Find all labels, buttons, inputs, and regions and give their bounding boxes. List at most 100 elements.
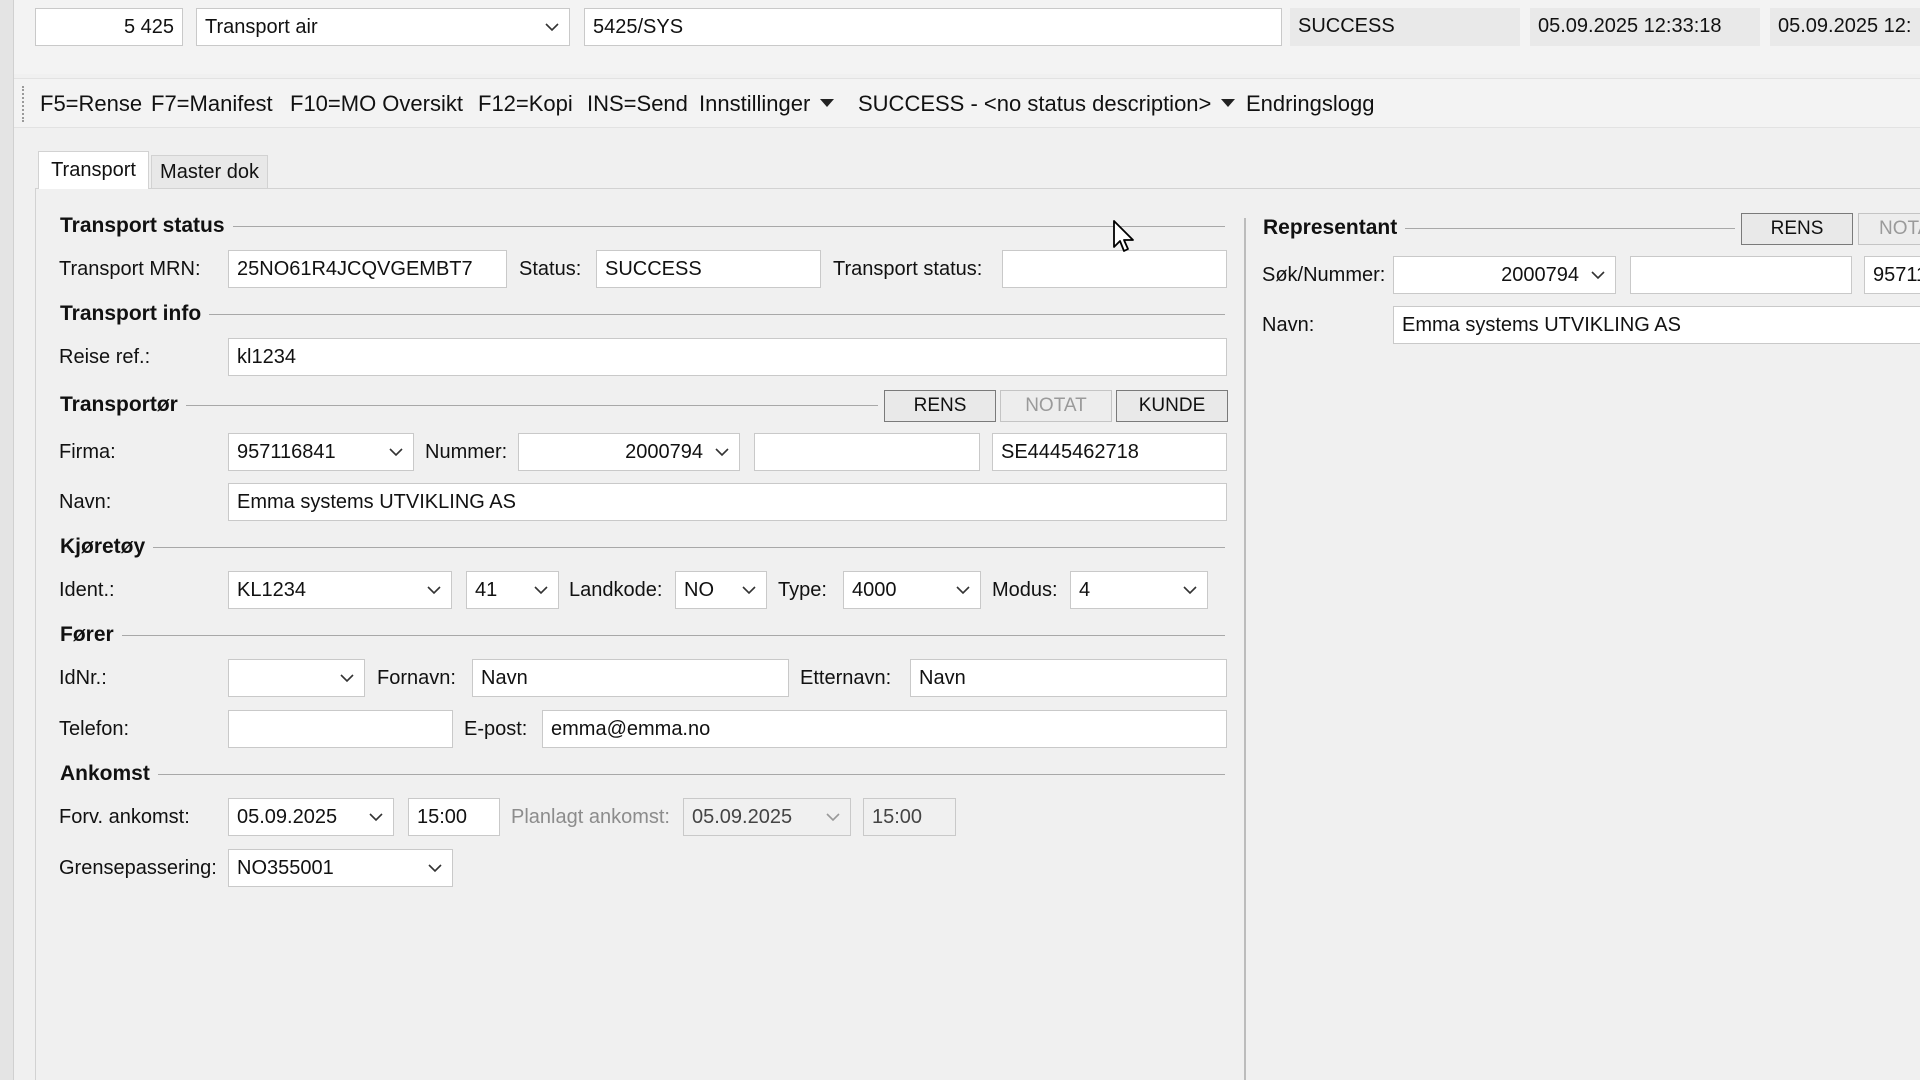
ident-value: KL1234: [237, 579, 306, 601]
transport-type-value: Transport air: [205, 16, 318, 38]
epost-field[interactable]: emma@emma.no: [542, 710, 1227, 748]
panel-divider: [1244, 218, 1246, 1080]
header-status: SUCCESS: [1290, 8, 1520, 46]
etternavn-field[interactable]: Navn: [910, 659, 1227, 697]
transportor-navn-field[interactable]: Emma systems UTVIKLING AS: [228, 483, 1227, 521]
section-rule: [157, 773, 1225, 775]
forv-ankomst-time-field[interactable]: 15:00: [408, 798, 500, 836]
toolbar-settings-menu[interactable]: Innstillinger: [699, 90, 835, 118]
transport-type-select[interactable]: Transport air: [196, 8, 570, 46]
grensepassering-label: Grensepassering:: [59, 857, 217, 879]
planlagt-ankomst-label: Planlagt ankomst:: [511, 806, 670, 828]
nummer-label: Nummer:: [425, 441, 508, 463]
toolbar-mo-oversikt[interactable]: F10=MO Oversikt: [290, 90, 463, 118]
transportor-extra-field[interactable]: [754, 433, 980, 471]
chevron-down-icon: [389, 445, 403, 459]
tab-master-dok[interactable]: Master dok: [151, 155, 268, 188]
section-title: Transport info: [60, 302, 202, 325]
left-window-border: [0, 0, 14, 1080]
fornavn-field[interactable]: Navn: [472, 659, 789, 697]
reise-ref-label: Reise ref.:: [59, 346, 151, 368]
modus-label: Modus:: [992, 579, 1058, 601]
chevron-down-icon: [369, 810, 383, 824]
tab-transport-label: Transport: [51, 159, 136, 181]
transportor-vat-field[interactable]: SE4445462718: [992, 433, 1227, 471]
type-select[interactable]: 4000: [843, 571, 981, 609]
section-title: Fører: [60, 623, 114, 646]
transportor-kunde-button[interactable]: KUNDE: [1116, 390, 1228, 422]
representant-notat-button[interactable]: NOTA: [1858, 213, 1920, 245]
section-kjoretoy: Kjøretøy: [60, 533, 1225, 561]
transportor-rens-button[interactable]: RENS: [884, 390, 996, 422]
section-forer: Fører: [60, 621, 1225, 649]
toolbar-kopi[interactable]: F12=Kopi: [478, 90, 573, 118]
planlagt-ankomst-time-field[interactable]: 15:00: [863, 798, 956, 836]
toolbar-manifest[interactable]: F7=Manifest: [151, 90, 273, 118]
toolbar-status-menu[interactable]: SUCCESS - <no status description>: [858, 90, 1236, 118]
nummer-select[interactable]: 2000794: [518, 433, 740, 471]
section-title: Representant: [1263, 216, 1398, 239]
section-title: Transport status: [60, 214, 225, 237]
toolbar-status-label: SUCCESS - <no status description>: [858, 91, 1212, 116]
section-transport-info: Transport info: [60, 300, 1225, 328]
transport-mrn-field[interactable]: 25NO61R4JCQVGEMBT7: [228, 250, 507, 288]
forv-ankomst-label: Forv. ankomst:: [59, 806, 190, 828]
dropdown-arrow-icon: [820, 99, 835, 108]
section-transportor: Transportør: [60, 391, 878, 419]
representant-extra-field[interactable]: [1630, 256, 1852, 294]
header-created-timestamp: 05.09.2025 12:33:18: [1530, 8, 1760, 46]
toolbar-send[interactable]: INS=Send: [587, 90, 688, 118]
reise-ref-field[interactable]: kl1234: [228, 338, 1227, 376]
section-rule: [209, 313, 1225, 315]
ident-select[interactable]: KL1234: [228, 571, 452, 609]
reference-field[interactable]: 5425/SYS: [584, 8, 1282, 46]
transport-status-field[interactable]: [1002, 250, 1227, 288]
forv-ankomst-date-picker[interactable]: 05.09.2025: [228, 798, 394, 836]
chevron-down-icon: [340, 671, 354, 685]
telefon-label: Telefon:: [59, 718, 130, 740]
representant-org-field[interactable]: 95711: [1864, 256, 1920, 294]
chevron-down-icon: [428, 861, 442, 875]
sok-nummer-label: Søk/Nummer:: [1262, 264, 1386, 286]
grensepassering-select[interactable]: NO355001: [228, 849, 453, 887]
section-rule: [232, 225, 1225, 227]
telefon-field[interactable]: [228, 710, 453, 748]
landkode-select[interactable]: NO: [675, 571, 767, 609]
transport-status-label: Transport status:: [833, 258, 983, 280]
representant-navn-field[interactable]: Emma systems UTVIKLING AS: [1393, 306, 1920, 344]
section-rule: [185, 404, 878, 406]
transportor-notat-button[interactable]: NOTAT: [1000, 390, 1112, 422]
idnr-select[interactable]: [228, 659, 365, 697]
type-value: 4000: [852, 579, 897, 601]
tab-transport[interactable]: Transport: [38, 151, 149, 189]
section-rule: [153, 546, 1225, 548]
planlagt-ankomst-date-value: 05.09.2025: [692, 806, 793, 828]
representant-nummer-value: 2000794: [1501, 264, 1579, 286]
representant-nummer-select[interactable]: 2000794: [1393, 256, 1616, 294]
dropdown-arrow-icon: [1221, 99, 1236, 108]
toolbar-changelog[interactable]: Endringslogg: [1246, 90, 1374, 118]
section-transport-status: Transport status: [60, 212, 1225, 240]
header-modified-timestamp: 05.09.2025 12:: [1770, 8, 1920, 46]
idnr-label: IdNr.:: [59, 667, 107, 689]
ident-nr-select[interactable]: 41: [466, 571, 559, 609]
toolbar-grip: [22, 86, 25, 122]
status-field[interactable]: SUCCESS: [596, 250, 821, 288]
record-number-field[interactable]: 5 425: [35, 8, 183, 46]
chevron-down-icon: [545, 20, 559, 34]
toolbar-rense[interactable]: F5=Rense: [40, 90, 142, 118]
transportor-navn-label: Navn:: [59, 491, 112, 513]
section-rule: [1405, 227, 1735, 229]
landkode-label: Landkode:: [569, 579, 663, 601]
modus-select[interactable]: 4: [1070, 571, 1208, 609]
status-label: Status:: [519, 258, 582, 280]
chevron-down-icon: [826, 810, 840, 824]
forv-ankomst-date-value: 05.09.2025: [237, 806, 338, 828]
firma-select[interactable]: 957116841: [228, 433, 414, 471]
section-title: Ankomst: [60, 762, 150, 785]
chevron-down-icon: [1183, 583, 1197, 597]
representant-rens-button[interactable]: RENS: [1741, 213, 1853, 245]
chevron-down-icon: [534, 583, 548, 597]
planlagt-ankomst-date-picker[interactable]: 05.09.2025: [683, 798, 851, 836]
ident-nr-value: 41: [475, 579, 498, 601]
